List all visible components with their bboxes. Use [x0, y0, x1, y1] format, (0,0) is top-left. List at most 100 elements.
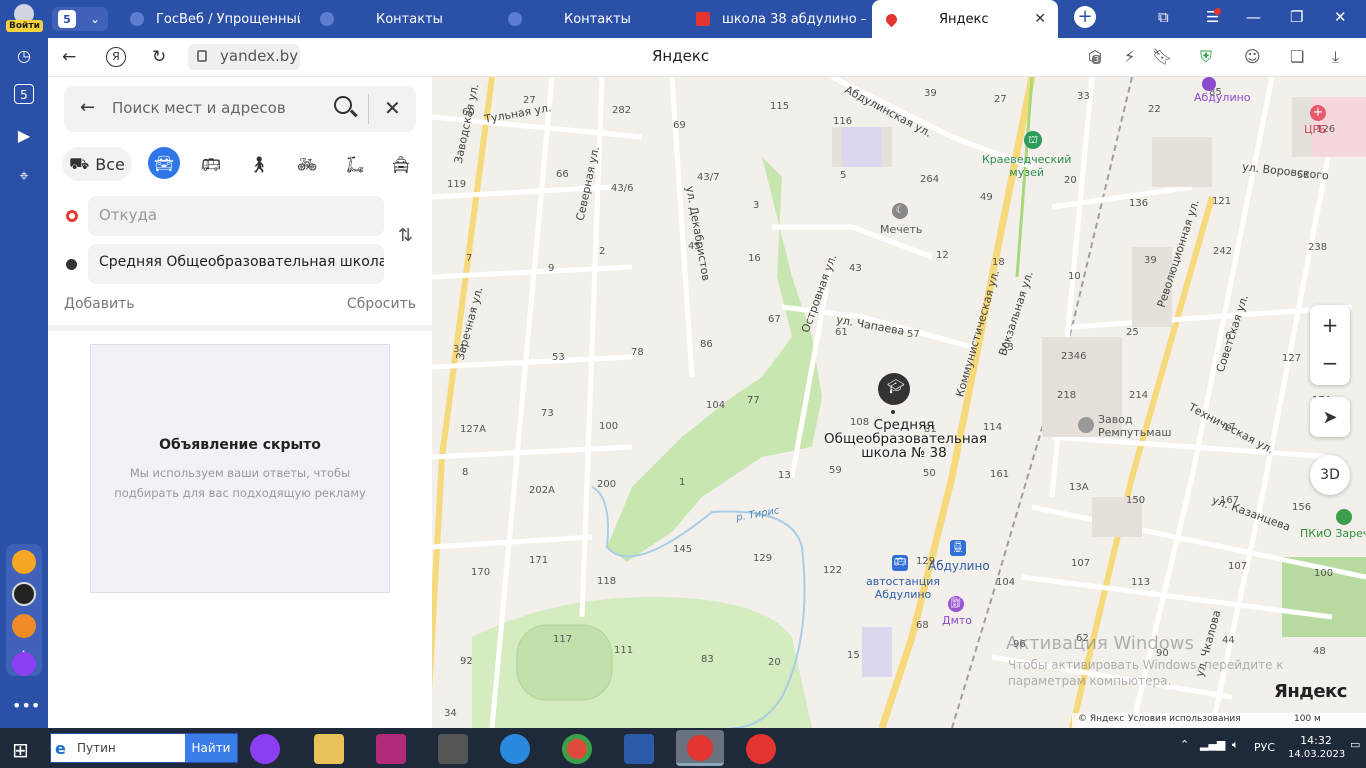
new-tab-button[interactable]: +: [1074, 6, 1096, 28]
house-number: 73: [541, 408, 554, 419]
download-icon[interactable]: ⤓: [1332, 47, 1339, 67]
tab-contacts-1[interactable]: Контакты: [320, 4, 490, 34]
house-number: 43/6: [611, 183, 634, 194]
search-input[interactable]: Поиск мест и адресов: [112, 99, 286, 117]
fuel-icon[interactable]: ⛽︎: [948, 596, 964, 612]
edge-icon[interactable]: [500, 734, 530, 764]
mosque-label[interactable]: Мечеть: [880, 223, 922, 236]
screenshot-icon[interactable]: ⌖: [12, 164, 36, 188]
swap-icon[interactable]: ⇅: [398, 225, 413, 246]
hospital-label[interactable]: ЦРБ: [1304, 123, 1327, 136]
bus-station-icon[interactable]: 🚌︎: [892, 555, 908, 571]
house-number: 33: [1077, 91, 1090, 102]
tab-count-button[interactable]: 5 ⌄: [52, 7, 108, 31]
profile-button[interactable]: Войти: [0, 0, 48, 38]
restore-button[interactable]: ❐: [1290, 8, 1303, 26]
more-icon[interactable]: •••: [12, 694, 40, 718]
tabs-overview-icon[interactable]: ⧉: [1158, 8, 1169, 26]
railway-station-label[interactable]: Абдулино: [928, 559, 990, 573]
zoom-in-button[interactable]: +: [1322, 305, 1339, 345]
file-explorer-icon[interactable]: [314, 734, 344, 764]
plant-label[interactable]: Завод Ремпутьмаш: [1098, 413, 1171, 439]
reset-link[interactable]: Сбросить: [347, 296, 416, 312]
tray-chevron-icon[interactable]: ⌃: [1180, 738, 1189, 751]
mode-taxi-button[interactable]: 🚖︎: [386, 147, 416, 181]
to-input[interactable]: Средняя Общеобразовательная школа ...: [88, 244, 384, 284]
alice-icon[interactable]: [250, 734, 280, 764]
museum-label[interactable]: Краеведческий музей: [982, 153, 1071, 179]
search-icon[interactable]: [334, 96, 352, 114]
history-icon[interactable]: ◷: [12, 44, 36, 68]
locate-button[interactable]: ➤: [1310, 397, 1350, 437]
yandex-logo-icon[interactable]: Я: [106, 47, 126, 67]
tab-search-school[interactable]: школа 38 абдулино — Я: [696, 4, 866, 34]
clock[interactable]: 14:32 14.03.2023: [1288, 734, 1345, 760]
school-label[interactable]: Средняя Общеобразовательная школа № 38: [824, 418, 987, 460]
reload-icon[interactable]: ↻: [152, 47, 166, 67]
terms-link[interactable]: Условия использования: [1128, 714, 1241, 724]
metro-icon[interactable]: [1202, 77, 1216, 91]
zen-app-icon[interactable]: [12, 614, 36, 638]
network-icon[interactable]: ▂▄▆: [1200, 738, 1225, 751]
map-view[interactable]: ул. Декабристов Заречная ул. Северная ул…: [432, 77, 1366, 728]
from-input[interactable]: Откуда: [88, 196, 384, 236]
notifications-icon[interactable]: ▭: [1350, 738, 1360, 751]
train-icon[interactable]: 🚆︎: [950, 540, 966, 556]
tab-gosweb[interactable]: ГосВеб / Упрощенный в: [130, 4, 300, 34]
microphone-icon[interactable]: [438, 734, 468, 764]
mode-bus-button[interactable]: 🚌︎: [196, 147, 226, 181]
minimize-button[interactable]: —: [1246, 8, 1261, 26]
taskbar-search[interactable]: e Путин Найти: [50, 733, 238, 763]
museum-icon[interactable]: ⛫: [1024, 131, 1042, 149]
emblem-icon: [320, 12, 334, 26]
copyright[interactable]: © Яндекс: [1078, 714, 1124, 724]
tab-contacts-2[interactable]: Контакты: [508, 4, 678, 34]
tabs-icon[interactable]: 5: [14, 84, 34, 104]
camera-app-icon[interactable]: [376, 734, 406, 764]
close-window-button[interactable]: ✕: [1334, 8, 1347, 26]
shield-icon[interactable]: ⛨: [1200, 47, 1212, 67]
yandex-app-icon[interactable]: [746, 734, 776, 764]
taskbar-search-button[interactable]: Найти: [185, 734, 237, 762]
reader-off-icon[interactable]: ⚡: [1124, 47, 1135, 66]
taskbar-search-input[interactable]: Путин: [77, 741, 116, 755]
back-arrow-icon[interactable]: ←: [80, 97, 95, 118]
messenger-app-icon[interactable]: [12, 582, 36, 606]
tab-yandex-active[interactable]: Яндекс ✕: [872, 0, 1058, 38]
mode-car-button[interactable]: 🚘︎: [148, 147, 180, 179]
yandex-browser-taskbar-icon[interactable]: [676, 730, 724, 766]
close-icon[interactable]: ✕: [1034, 11, 1046, 27]
zoom-out-button[interactable]: −: [1322, 345, 1339, 385]
chrome-icon[interactable]: [562, 734, 592, 764]
house-number: 13А: [1069, 482, 1089, 493]
search-box[interactable]: ← Поиск мест и адресов ✕: [64, 86, 416, 132]
bookmark-icon[interactable]: 🔖︎: [1152, 47, 1172, 66]
mail-app-icon[interactable]: [12, 550, 36, 574]
fuel-label[interactable]: Дмто: [942, 614, 972, 627]
close-icon[interactable]: ✕: [384, 96, 401, 120]
mode-walk-button[interactable]: 🚶︎: [244, 147, 274, 181]
play-icon[interactable]: ▶: [12, 124, 36, 148]
ie-icon: e: [55, 739, 66, 758]
back-arrow-icon[interactable]: ←: [62, 47, 76, 67]
park-label[interactable]: ПКиО Заречн: [1300, 527, 1366, 540]
mode-scooter-button[interactable]: 🛴︎: [340, 147, 370, 181]
metro-label[interactable]: Абдулино: [1194, 91, 1251, 104]
factory-icon[interactable]: [1078, 417, 1094, 433]
collections-icon[interactable]: ❏: [1290, 47, 1304, 66]
extension-avatar-icon[interactable]: ☺: [1244, 47, 1261, 66]
language-indicator[interactable]: РУС: [1254, 741, 1275, 754]
word-icon[interactable]: [624, 734, 654, 764]
mode-all-button[interactable]: ⛟ Все: [62, 147, 132, 181]
park-icon[interactable]: [1336, 509, 1352, 525]
volume-icon[interactable]: 🔈︎: [1232, 738, 1239, 752]
alice-icon[interactable]: [12, 652, 36, 676]
url-field[interactable]: yandex.by: [188, 44, 300, 70]
3d-button[interactable]: 3D: [1310, 455, 1350, 495]
mosque-icon[interactable]: ☾: [892, 203, 908, 219]
windows-start-icon[interactable]: ⊞: [12, 738, 29, 762]
add-point-link[interactable]: Добавить: [64, 296, 134, 312]
hospital-icon[interactable]: +: [1310, 105, 1326, 121]
bus-station-label[interactable]: автостанция Абдулино: [866, 575, 940, 601]
mode-bike-button[interactable]: 🚲︎: [292, 147, 322, 181]
